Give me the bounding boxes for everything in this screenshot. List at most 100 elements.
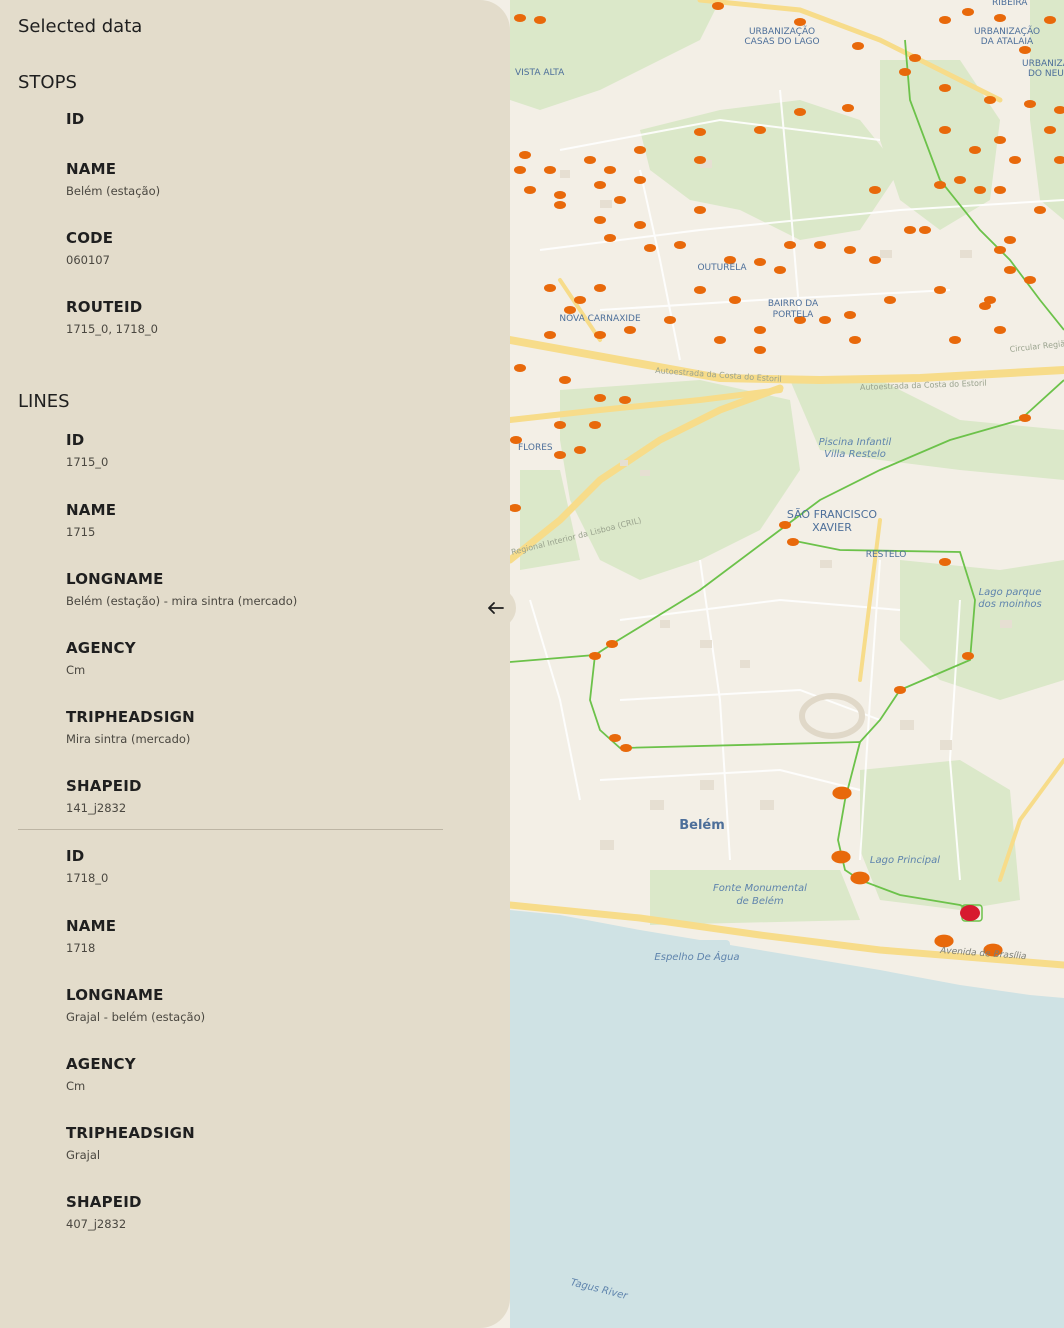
stop-marker[interactable]	[939, 126, 951, 134]
stop-marker[interactable]	[589, 652, 601, 660]
stop-marker[interactable]	[1009, 156, 1021, 164]
stop-marker[interactable]	[852, 42, 864, 50]
stop-marker[interactable]	[694, 128, 706, 136]
stop-marker[interactable]	[954, 176, 966, 184]
stop-marker[interactable]	[514, 14, 526, 22]
stop-marker[interactable]	[754, 326, 766, 334]
stop-marker[interactable]	[974, 186, 986, 194]
stop-marker[interactable]	[634, 146, 646, 154]
stop-marker[interactable]	[554, 201, 566, 209]
stop-marker[interactable]	[869, 186, 881, 194]
stop-marker[interactable]	[962, 8, 974, 16]
stop-marker[interactable]	[534, 16, 546, 24]
stop-marker[interactable]	[774, 266, 786, 274]
stop-marker[interactable]	[814, 241, 826, 249]
stop-marker[interactable]	[694, 156, 706, 164]
stop-marker[interactable]	[949, 336, 961, 344]
stop-marker[interactable]	[1044, 126, 1056, 134]
stop-marker[interactable]	[844, 311, 856, 319]
stop-marker[interactable]	[994, 246, 1006, 254]
stop-marker[interactable]	[634, 176, 646, 184]
stop-marker[interactable]	[624, 326, 636, 334]
stop-marker[interactable]	[712, 2, 724, 10]
stop-marker[interactable]	[779, 521, 791, 529]
stop-marker[interactable]	[594, 331, 606, 339]
stop-marker[interactable]	[919, 226, 931, 234]
stop-marker[interactable]	[869, 256, 881, 264]
stop-marker[interactable]	[729, 296, 741, 304]
stop-marker[interactable]	[994, 14, 1006, 22]
stop-marker[interactable]	[644, 244, 656, 252]
stop-marker[interactable]	[844, 246, 856, 254]
stop-marker[interactable]	[574, 296, 586, 304]
stop-marker[interactable]	[832, 786, 852, 800]
stop-marker[interactable]	[909, 54, 921, 62]
stop-marker[interactable]	[850, 871, 870, 885]
stop-marker[interactable]	[1024, 100, 1036, 108]
stop-marker[interactable]	[831, 850, 851, 864]
collapse-panel-button[interactable]	[476, 588, 516, 628]
stop-marker[interactable]	[794, 18, 806, 26]
stop-marker[interactable]	[619, 396, 631, 404]
stop-marker[interactable]	[794, 108, 806, 116]
stop-marker[interactable]	[1034, 206, 1046, 214]
stop-marker[interactable]	[544, 166, 556, 174]
stop-marker[interactable]	[754, 346, 766, 354]
stop-marker[interactable]	[594, 394, 606, 402]
stop-marker[interactable]	[939, 84, 951, 92]
stop-marker[interactable]	[554, 451, 566, 459]
stop-marker[interactable]	[884, 296, 896, 304]
stop-marker[interactable]	[674, 241, 686, 249]
stop-marker[interactable]	[564, 306, 576, 314]
stop-marker[interactable]	[620, 744, 632, 752]
stop-marker[interactable]	[904, 226, 916, 234]
stop-marker[interactable]	[514, 364, 526, 372]
stop-marker[interactable]	[524, 186, 536, 194]
stop-marker[interactable]	[634, 221, 646, 229]
stop-marker[interactable]	[899, 68, 911, 76]
stop-marker[interactable]	[594, 284, 606, 292]
stop-marker[interactable]	[544, 284, 556, 292]
stop-marker[interactable]	[664, 316, 676, 324]
stop-marker[interactable]	[584, 156, 596, 164]
stop-marker[interactable]	[519, 151, 531, 159]
stop-marker[interactable]	[509, 504, 521, 512]
stop-marker[interactable]	[606, 640, 618, 648]
stop-marker[interactable]	[694, 206, 706, 214]
stop-marker[interactable]	[994, 186, 1006, 194]
stop-marker[interactable]	[1044, 16, 1056, 24]
stop-marker[interactable]	[979, 302, 991, 310]
stop-marker[interactable]	[694, 286, 706, 294]
stop-marker[interactable]	[594, 216, 606, 224]
stop-marker[interactable]	[1004, 266, 1016, 274]
stop-marker[interactable]	[994, 326, 1006, 334]
stop-marker[interactable]	[589, 421, 601, 429]
stop-marker[interactable]	[714, 336, 726, 344]
stop-marker[interactable]	[819, 316, 831, 324]
stop-marker[interactable]	[939, 16, 951, 24]
stop-marker[interactable]	[604, 234, 616, 242]
stop-marker[interactable]	[842, 104, 854, 112]
stop-marker[interactable]	[984, 96, 996, 104]
stop-marker[interactable]	[784, 241, 796, 249]
stop-marker[interactable]	[544, 331, 556, 339]
stop-marker[interactable]	[604, 166, 616, 174]
stop-marker[interactable]	[609, 734, 621, 742]
stop-marker[interactable]	[939, 558, 951, 566]
stop-marker[interactable]	[1019, 46, 1031, 54]
stop-marker[interactable]	[754, 258, 766, 266]
stop-marker[interactable]	[554, 421, 566, 429]
stop-marker[interactable]	[849, 336, 861, 344]
stop-marker[interactable]	[754, 126, 766, 134]
stop-marker[interactable]	[969, 146, 981, 154]
stop-marker[interactable]	[1004, 236, 1016, 244]
stop-marker[interactable]	[934, 286, 946, 294]
stop-marker[interactable]	[1019, 414, 1031, 422]
stop-marker[interactable]	[554, 191, 566, 199]
stop-marker[interactable]	[934, 181, 946, 189]
stop-marker[interactable]	[574, 446, 586, 454]
stop-marker[interactable]	[894, 686, 906, 694]
stop-marker[interactable]	[614, 196, 626, 204]
stop-marker[interactable]	[1024, 276, 1036, 284]
stop-marker[interactable]	[787, 538, 799, 546]
